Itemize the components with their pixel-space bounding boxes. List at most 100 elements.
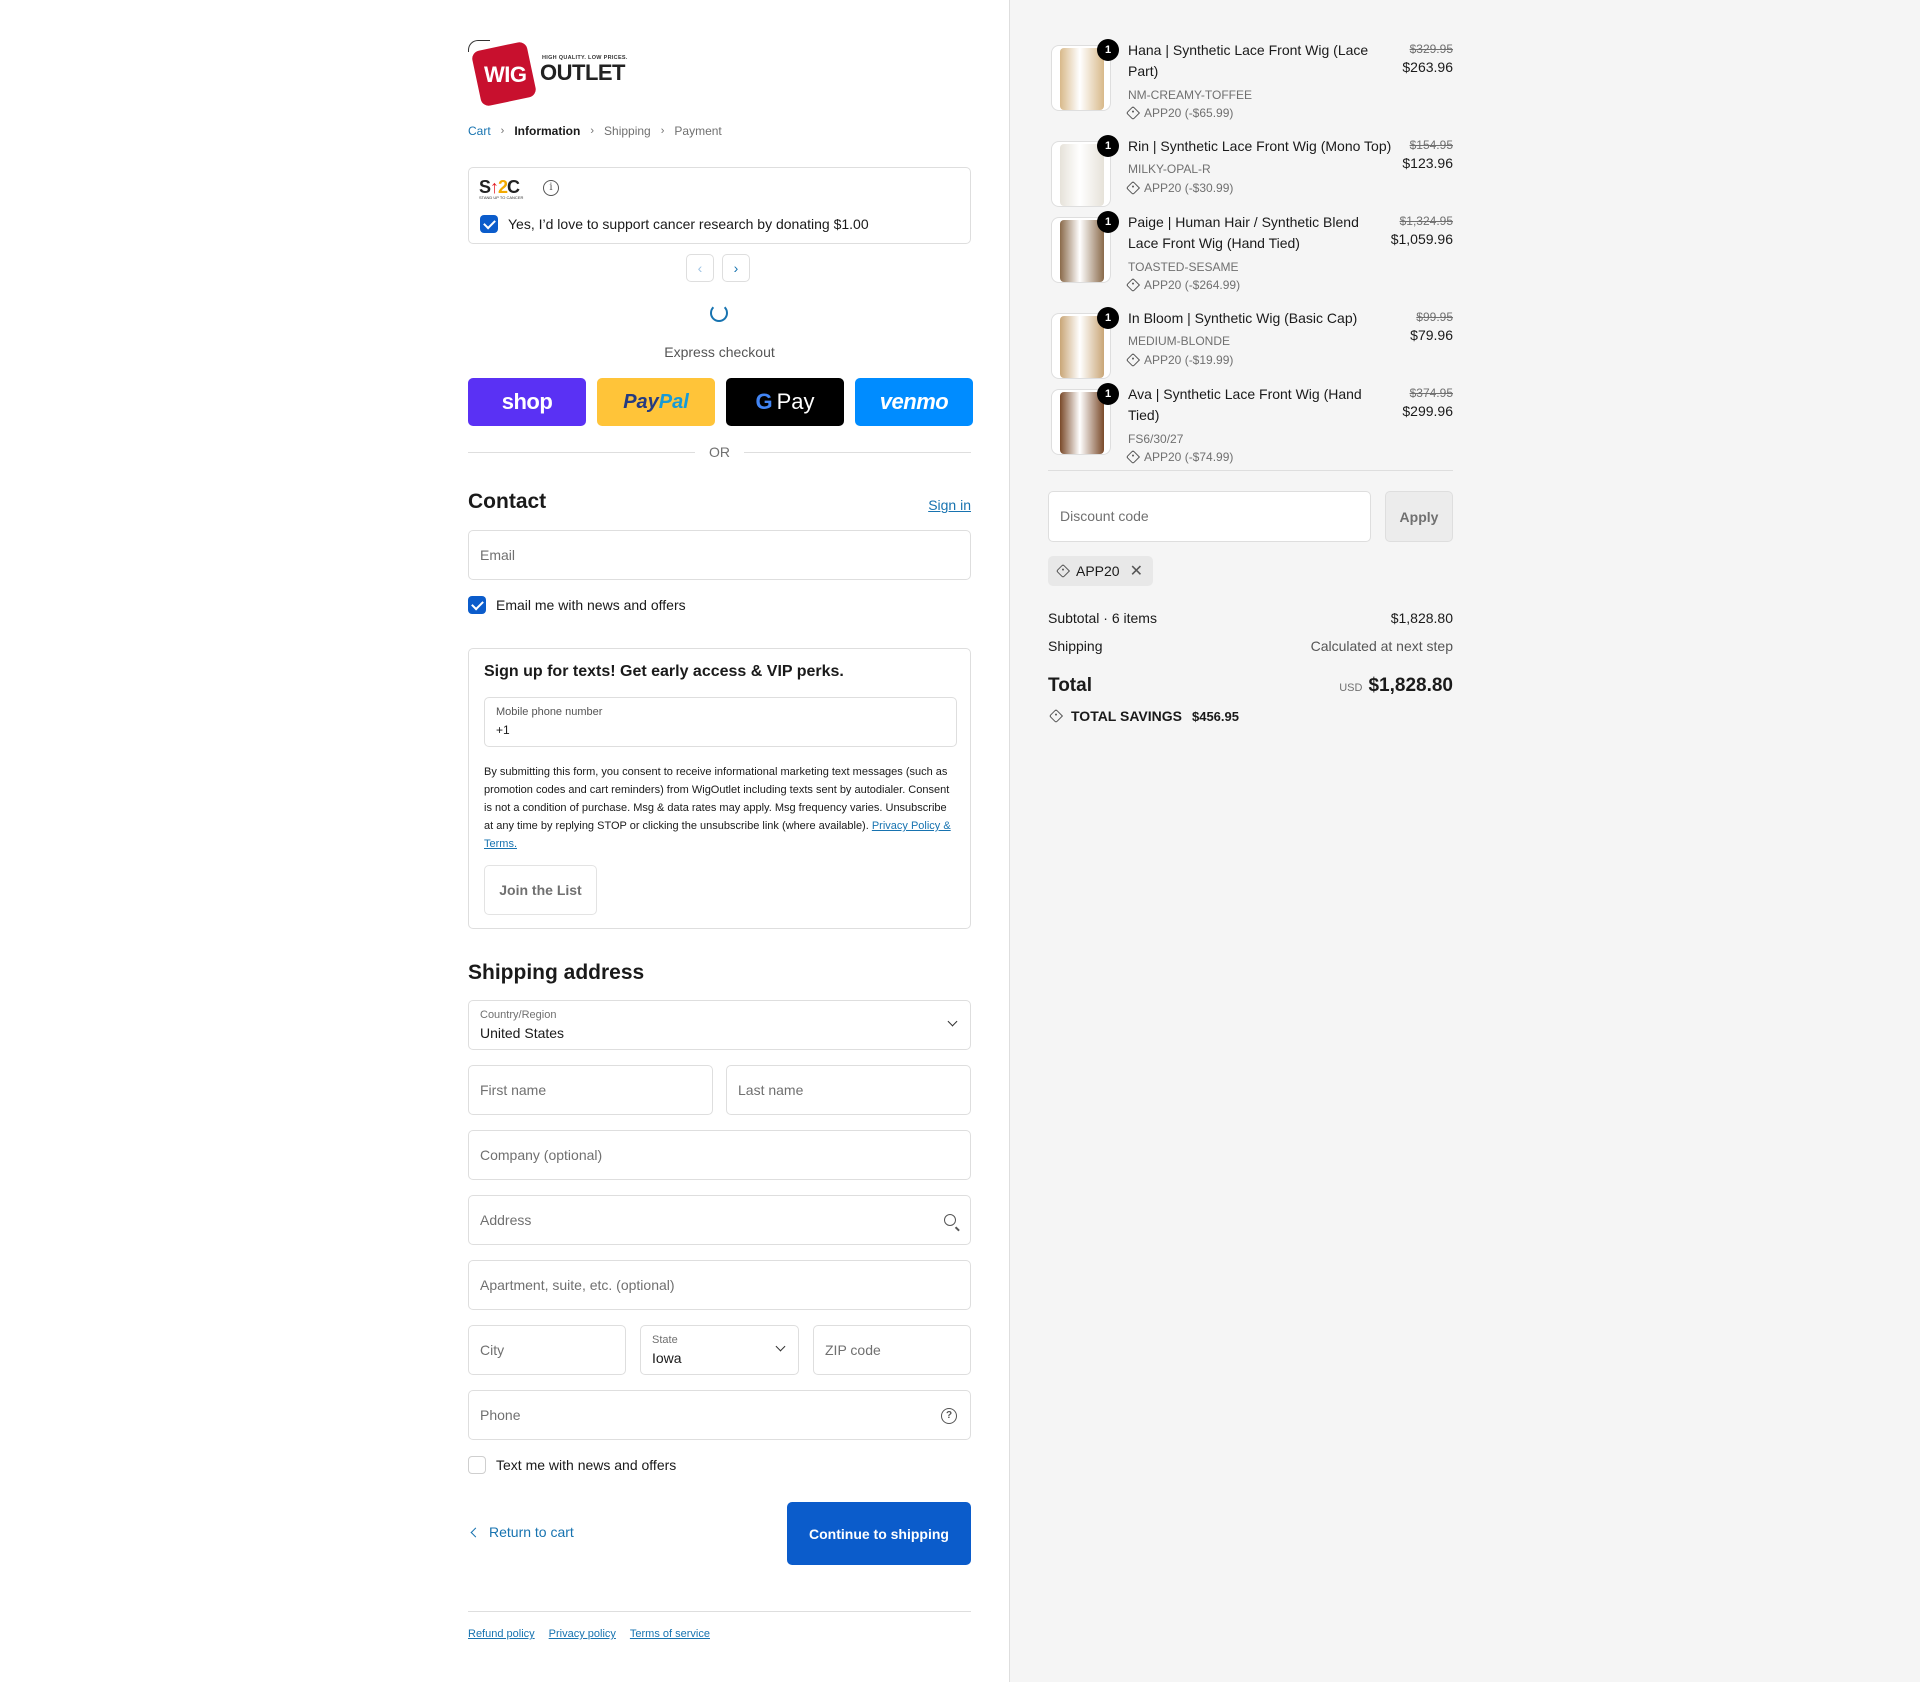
country-select[interactable]: Country/Region United States	[468, 1000, 971, 1050]
chevron-down-icon	[775, 1341, 786, 1352]
country-label: Country/Region	[480, 1009, 557, 1021]
apply-discount-button[interactable]: Apply	[1385, 491, 1453, 542]
return-to-cart-label: Return to cart	[489, 1524, 574, 1540]
quantity-badge: 1	[1097, 307, 1119, 329]
product-discount-label: APP20 (-$264.99)	[1144, 278, 1241, 292]
last-name-field[interactable]: Last name	[726, 1065, 971, 1115]
privacy-policy-link[interactable]: Privacy policy	[549, 1628, 616, 1640]
product-discount: APP20 (-$19.99)	[1125, 352, 1233, 368]
product-image-swatch	[1060, 220, 1104, 282]
chevron-right-icon: ›	[660, 125, 665, 137]
text-news-checkbox[interactable]	[468, 1456, 486, 1474]
store-logo[interactable]: WIG HIGH QUALITY. LOW PRICES. OUTLET	[468, 38, 638, 108]
refund-policy-link[interactable]: Refund policy	[468, 1628, 535, 1640]
donation-box: S↑2C STAND UP TO CANCER i Yes, I’d love …	[468, 167, 971, 244]
company-field[interactable]: Company (optional)	[468, 1130, 971, 1180]
total-savings-value: $456.95	[1191, 708, 1239, 724]
continue-to-shipping-button[interactable]: Continue to shipping	[787, 1502, 971, 1565]
shipping-label: Shipping	[1048, 638, 1103, 654]
terms-of-service-link[interactable]: Terms of service	[630, 1628, 710, 1640]
state-value: Iowa	[652, 1350, 682, 1366]
sms-signup-title: Sign up for texts! Get early access & VI…	[484, 663, 844, 680]
breadcrumb: Cart › Information › Shipping › Payment	[468, 124, 722, 138]
quantity-badge: 1	[1097, 39, 1119, 61]
email-field[interactable]: Email	[468, 530, 971, 580]
tag-icon	[1055, 563, 1071, 579]
sms-legal-text: By submitting this form, you consent to …	[484, 763, 957, 853]
product-variant: TOASTED-SESAME	[1128, 260, 1239, 274]
first-name-field[interactable]: First name	[468, 1065, 713, 1115]
shipping-row: Shipping Calculated at next step	[1048, 638, 1453, 654]
email-news-option[interactable]: Email me with news and offers	[468, 596, 686, 614]
sign-in-link[interactable]: Sign in	[928, 497, 971, 513]
original-price: $1,324.95	[1399, 214, 1453, 228]
cart-item: 1 In Bloom | Synthetic Wig (Basic Cap) M…	[1048, 307, 1453, 392]
donation-checkbox[interactable]	[480, 215, 498, 233]
product-variant: MILKY-OPAL-R	[1128, 162, 1211, 176]
subtotal-row: Subtotal · 6 items $1,828.80	[1048, 610, 1453, 626]
discounted-price: $299.96	[1402, 403, 1453, 419]
apartment-field[interactable]: Apartment, suite, etc. (optional)	[468, 1260, 971, 1310]
applied-discount-code: APP20	[1076, 563, 1120, 579]
close-icon[interactable]: ✕	[1130, 561, 1143, 581]
carousel-next-button[interactable]: ›	[722, 254, 750, 282]
city-field[interactable]: City	[468, 1325, 626, 1375]
product-discount-label: APP20 (-$30.99)	[1144, 181, 1234, 195]
express-checkout-label: Express checkout	[664, 344, 775, 360]
zip-field[interactable]: ZIP code	[813, 1325, 971, 1375]
donation-carousel-controls: ‹ ›	[686, 254, 750, 282]
tag-icon	[1125, 277, 1141, 293]
mobile-phone-field[interactable]: Mobile phone number +1	[484, 697, 957, 747]
quantity-badge: 1	[1097, 211, 1119, 233]
subtotal-label: Subtotal · 6 items	[1048, 610, 1157, 626]
google-pay-button[interactable]: G Pay	[726, 378, 844, 426]
footer-divider	[468, 1611, 971, 1612]
logo-word-outlet: OUTLET	[540, 60, 626, 85]
breadcrumb-information: Information	[514, 124, 581, 138]
divider-line	[744, 451, 971, 453]
return-to-cart-link[interactable]: Return to cart	[468, 1524, 574, 1540]
express-checkout-buttons: shop Pay Pal G Pay venmo	[468, 378, 973, 426]
total-value: $1,828.80	[1368, 675, 1453, 696]
phone-field[interactable]: Phone ?	[468, 1390, 971, 1440]
product-name: Paige | Human Hair / Synthetic Blend Lac…	[1128, 214, 1359, 251]
google-g-icon: G	[755, 389, 773, 414]
product-variant: MEDIUM-BLONDE	[1128, 334, 1231, 348]
product-discount-label: APP20 (-$74.99)	[1144, 450, 1234, 464]
cart-item: 1 Paige | Human Hair / Synthetic Blend L…	[1048, 211, 1453, 296]
product-variant: NM-CREAMY-TOFFEE	[1128, 88, 1253, 102]
venmo-button[interactable]: venmo	[855, 378, 973, 426]
email-news-checkbox[interactable]	[468, 596, 486, 614]
help-icon[interactable]: ?	[941, 1408, 957, 1424]
first-name-placeholder: First name	[480, 1082, 547, 1098]
original-price: $329.95	[1409, 42, 1453, 56]
email-placeholder: Email	[480, 547, 516, 563]
carousel-prev-button[interactable]: ‹	[686, 254, 714, 282]
product-discount: APP20 (-$74.99)	[1125, 449, 1234, 465]
state-select[interactable]: State Iowa	[640, 1325, 799, 1375]
total-currency: USD	[1339, 682, 1363, 694]
chevron-down-icon	[947, 1016, 958, 1027]
chevron-right-icon: ›	[590, 125, 595, 137]
city-placeholder: City	[480, 1342, 505, 1358]
mobile-phone-value: +1	[496, 723, 510, 737]
address-field[interactable]: Address	[468, 1195, 971, 1245]
discount-code-placeholder: Discount code	[1060, 508, 1149, 524]
text-news-option[interactable]: Text me with news and offers	[468, 1456, 676, 1474]
chevron-left-icon	[470, 1527, 481, 1537]
discount-code-field[interactable]: Discount code	[1048, 491, 1371, 542]
breadcrumb-payment: Payment	[674, 124, 722, 138]
join-list-button[interactable]: Join the List	[484, 865, 597, 915]
donation-label: Yes, I’d love to support cancer research…	[508, 216, 869, 232]
breadcrumb-cart[interactable]: Cart	[468, 124, 491, 138]
product-discount: APP20 (-$264.99)	[1125, 277, 1241, 293]
quantity-badge: 1	[1097, 135, 1119, 157]
paypal-button[interactable]: Pay Pal	[597, 378, 715, 426]
product-discount: APP20 (-$30.99)	[1125, 180, 1234, 196]
product-image-swatch	[1060, 48, 1104, 110]
shop-pay-button[interactable]: shop	[468, 378, 586, 426]
info-icon[interactable]: i	[543, 180, 559, 196]
product-name: Hana | Synthetic Lace Front Wig (Lace Pa…	[1128, 42, 1369, 79]
discounted-price: $79.96	[1410, 327, 1453, 343]
product-name: Ava | Synthetic Lace Front Wig (Hand Tie…	[1128, 386, 1362, 423]
